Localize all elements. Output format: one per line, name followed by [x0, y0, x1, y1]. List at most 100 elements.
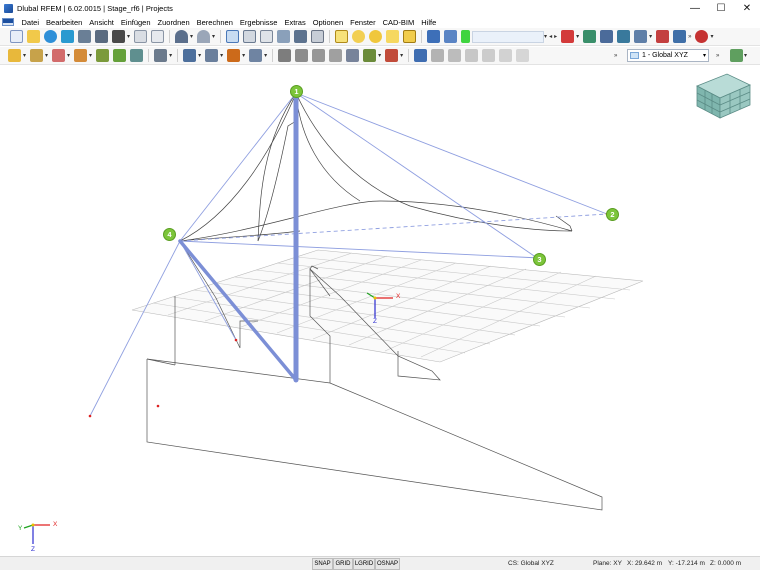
line-dropdown-icon[interactable]: ▾ [45, 52, 48, 59]
table-panel-icon[interactable] [243, 30, 257, 43]
distributed-load-dropdown-icon[interactable]: ▾ [220, 52, 223, 59]
load-icon[interactable] [183, 49, 197, 62]
result-values-2-icon[interactable] [617, 30, 631, 43]
load-case-dropdown-icon[interactable]: ▾ [544, 33, 547, 40]
mirror-icon[interactable] [312, 49, 326, 62]
imperfection-icon[interactable] [227, 49, 241, 62]
load-case-icon[interactable] [335, 30, 349, 43]
menu-optionen[interactable]: Optionen [309, 18, 346, 27]
menu-fenster[interactable]: Fenster [347, 18, 379, 27]
surface-icon[interactable] [74, 49, 88, 62]
surface-dropdown-icon[interactable]: ▾ [89, 52, 92, 59]
divide-icon[interactable] [346, 49, 360, 62]
opening-icon[interactable] [113, 49, 127, 62]
result-section-dropdown-icon[interactable]: ▾ [649, 33, 652, 40]
search-icon[interactable] [695, 30, 709, 43]
menu-datei[interactable]: Datei [18, 18, 43, 27]
document-icon[interactable] [151, 30, 165, 43]
node-label-3[interactable]: 3 [533, 253, 546, 266]
undo-dropdown-icon[interactable]: ▾ [190, 33, 193, 40]
show-deformation-icon[interactable] [583, 30, 597, 43]
menu-berechnen[interactable]: Berechnen [193, 18, 236, 27]
menu-einfuegen[interactable]: Einfügen [117, 18, 154, 27]
filter-results-icon[interactable] [656, 30, 670, 43]
print-dropdown-icon[interactable]: ▾ [127, 33, 130, 40]
section-dropdown-icon[interactable]: ▾ [169, 52, 172, 59]
multi-view-icon[interactable] [294, 30, 308, 43]
delete-results-icon[interactable] [561, 30, 575, 43]
lgrid-toggle[interactable]: LGRID [353, 558, 375, 570]
maximize-button[interactable]: ☐ [708, 0, 734, 16]
webservice-icon[interactable] [44, 30, 57, 43]
toolbar2-overflow[interactable]: » [614, 53, 617, 59]
section-icon[interactable] [154, 49, 168, 62]
scale-icon[interactable] [329, 49, 343, 62]
navigator-panel-icon[interactable] [226, 30, 240, 43]
extend-icon[interactable] [516, 49, 530, 62]
load-wizard-icon[interactable] [352, 30, 366, 43]
trim-icon[interactable] [499, 49, 513, 62]
delete-dropdown-icon[interactable]: ▾ [400, 52, 403, 59]
next-load-case-icon[interactable]: ▸ [554, 33, 557, 40]
imperfection-dropdown-icon[interactable]: ▾ [242, 52, 245, 59]
load-dropdown-icon[interactable]: ▾ [198, 52, 201, 59]
minimize-button[interactable]: — [682, 0, 708, 16]
view-options-dropdown-icon[interactable]: ▾ [744, 52, 747, 59]
save-all-icon[interactable] [95, 30, 108, 43]
guide-object-dropdown-icon[interactable]: ▾ [264, 52, 267, 59]
dimension-icon[interactable] [403, 30, 417, 43]
comment-icon[interactable] [386, 30, 400, 43]
menu-ergebnisse[interactable]: Ergebnisse [236, 18, 281, 27]
result-values-icon[interactable] [600, 30, 614, 43]
menu-hilfe[interactable]: Hilfe [418, 18, 440, 27]
rotate-icon[interactable] [295, 49, 309, 62]
delete-icon[interactable] [385, 49, 399, 62]
connect-dropdown-icon[interactable]: ▾ [378, 52, 381, 59]
view-options-icon[interactable] [730, 49, 743, 62]
menu-bearbeiten[interactable]: Bearbeiten [43, 18, 86, 27]
fillet-icon[interactable] [482, 49, 496, 62]
new-model-icon[interactable] [10, 30, 23, 43]
toolbar1-overflow[interactable]: » [688, 34, 691, 40]
toolbar2-overflow-right[interactable]: » [716, 53, 719, 59]
open-folder-icon[interactable] [27, 30, 40, 43]
menu-ansicht[interactable]: Ansicht [86, 18, 118, 27]
properties-panel-icon[interactable] [260, 30, 274, 43]
undo-icon[interactable] [175, 30, 189, 43]
load-case-selector[interactable] [472, 30, 545, 43]
delete-results-dropdown-icon[interactable]: ▾ [576, 33, 579, 40]
extrude-icon[interactable] [431, 49, 445, 62]
menu-zuordnen[interactable]: Zuordnen [154, 18, 193, 27]
member-dropdown-icon[interactable]: ▾ [67, 52, 70, 59]
structure-icon[interactable] [427, 30, 441, 43]
distributed-load-icon[interactable] [205, 49, 219, 62]
save-icon[interactable] [78, 30, 91, 43]
line-icon[interactable] [30, 49, 44, 62]
node-icon[interactable] [8, 49, 21, 62]
node-dropdown-icon[interactable]: ▾ [23, 52, 26, 59]
node-label-1[interactable]: 1 [290, 85, 303, 98]
support-icon[interactable] [130, 49, 144, 62]
document-view-icon[interactable] [311, 30, 325, 43]
connect-icon[interactable] [363, 49, 377, 62]
model-view-icon[interactable] [277, 30, 291, 43]
combination-wizard-icon[interactable] [369, 30, 383, 43]
search-dropdown-icon[interactable]: ▾ [710, 33, 713, 40]
print-icon[interactable] [112, 30, 125, 43]
navigator-toggle-icon[interactable] [2, 18, 14, 26]
results-icon[interactable] [444, 30, 458, 43]
pin-icon[interactable] [414, 49, 428, 62]
solid-icon[interactable] [96, 49, 110, 62]
grid-toggle[interactable]: GRID [333, 558, 353, 570]
node-label-4[interactable]: 4 [163, 228, 176, 241]
model-viewport[interactable]: X Z X Y Z 1 2 3 4 [0, 66, 760, 556]
redo-icon[interactable] [197, 30, 211, 43]
view-selector[interactable]: 1 - Global XYZ ▾ [627, 49, 709, 62]
offset-icon[interactable] [448, 49, 462, 62]
close-button[interactable]: ✕ [734, 0, 760, 16]
move-icon[interactable] [278, 49, 292, 62]
result-diagram-icon[interactable] [673, 30, 687, 43]
member-icon[interactable] [52, 49, 66, 62]
snap-toggle[interactable]: SNAP [312, 558, 333, 570]
cloud-icon[interactable] [61, 30, 74, 43]
